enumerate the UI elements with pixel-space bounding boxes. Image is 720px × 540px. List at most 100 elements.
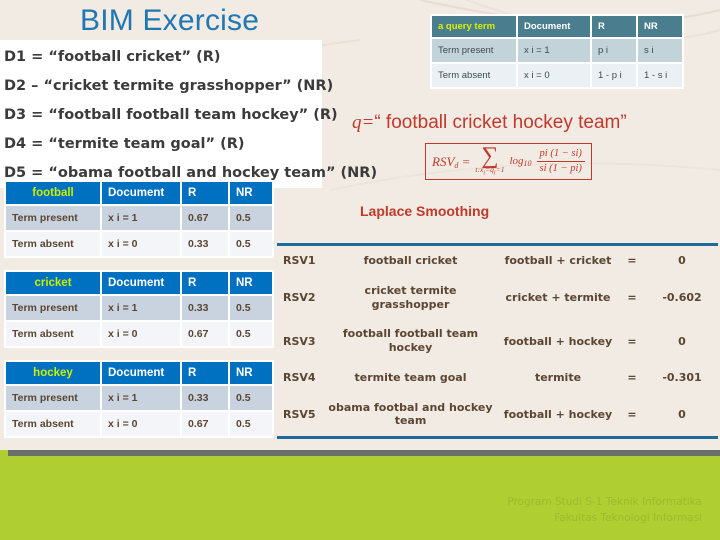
cell-r: 0.33 <box>182 296 228 320</box>
column-header-r: R <box>592 16 636 37</box>
document-line: D3 = “football football team hockey” (R) <box>4 107 338 123</box>
table-row: Term absent x i = 0 0.67 0.5 <box>6 412 272 436</box>
rsv-equals: = <box>627 371 637 385</box>
column-header-document: Document <box>102 182 180 204</box>
table-row: RSV3 football football team hockey footb… <box>277 319 718 363</box>
rsv-equals: = <box>627 407 637 421</box>
table-row: RSV4 termite team goal termite = -0.301 <box>277 363 718 393</box>
rsv-document: cricket termite grasshopper <box>364 283 457 311</box>
rsv-value: -0.301 <box>662 371 702 385</box>
cell-nr: 0.5 <box>230 206 272 230</box>
cell-label: Term present <box>6 206 100 230</box>
cell-label: Term absent <box>6 322 100 346</box>
document-line: D2 – “cricket termite grasshopper” (NR) <box>4 78 334 94</box>
cell-document: x i = 0 <box>518 64 590 87</box>
cell-nr: 0.5 <box>230 386 272 410</box>
table-row: Term absent x i = 0 1 - p i 1 - s i <box>432 64 682 87</box>
term-table-cricket: cricket Document R NR Term present x i =… <box>4 270 274 348</box>
formula-lhs: RSVd = <box>432 153 471 170</box>
rsv-results-table: RSV1 football cricket football + cricket… <box>277 246 718 436</box>
query-text: “ football cricket hockey team” <box>374 112 627 133</box>
green-left-strip <box>0 450 8 540</box>
cell-r: 0.67 <box>182 412 228 436</box>
cell-nr: 0.5 <box>230 296 272 320</box>
rsv-terms: football + cricket <box>504 254 612 268</box>
cell-document: x i = 0 <box>102 322 180 346</box>
cell-r: 1 - p i <box>592 64 636 87</box>
rsv-document: football cricket <box>363 254 458 267</box>
cell-label: Term absent <box>432 64 516 87</box>
column-header-term: cricket <box>6 272 100 294</box>
column-header-r: R <box>182 272 228 294</box>
rsv-value: 0 <box>678 407 686 421</box>
cell-label: Term present <box>432 39 516 62</box>
column-header-r: R <box>182 182 228 204</box>
slide-canvas: BIM Exercise D1 = “football cricket” (R)… <box>0 0 720 540</box>
query-term-probability-table: a query term Document R NR Term present … <box>430 14 684 89</box>
cell-nr: 0.5 <box>230 412 272 436</box>
summation-symbol: ∑ t:xi=qi=1 <box>475 143 505 177</box>
footer-line-program: Program Studi S-1 Teknik Informatika <box>507 496 702 508</box>
divider-bottom <box>277 436 718 439</box>
fraction-denominator: si (1 − pi) <box>539 163 582 175</box>
column-header-nr: NR <box>230 362 272 384</box>
rsv-results-panel: RSV1 football cricket football + cricket… <box>277 243 718 439</box>
footer-credits: Program Studi S-1 Teknik Informatika Fak… <box>507 494 702 527</box>
query-prefix: q= <box>352 112 375 133</box>
cell-document: x i = 1 <box>102 206 180 230</box>
column-header-document: Document <box>518 16 590 37</box>
documents-panel: D1 = “football cricket” (R) D2 – “cricke… <box>0 40 377 188</box>
table-row: RSV5 obama footbal and hockey team footb… <box>277 393 718 437</box>
rsv-value: -0.602 <box>662 291 702 304</box>
column-header-r: R <box>182 362 228 384</box>
cell-nr: 1 - s i <box>638 64 682 87</box>
rsv-key: RSV1 <box>283 254 316 268</box>
cell-document: x i = 1 <box>518 39 590 62</box>
cell-document: x i = 0 <box>102 232 180 256</box>
table-row: Term present x i = 1 0.67 0.5 <box>6 206 272 230</box>
column-header-nr: NR <box>230 182 272 204</box>
table-header-row: football Document R NR <box>6 182 272 204</box>
table-row: Term present x i = 1 0.33 0.5 <box>6 296 272 320</box>
cell-label: Term absent <box>6 412 100 436</box>
column-header-term: hockey <box>6 362 100 384</box>
term-table-hockey: hockey Document R NR Term present x i = … <box>4 360 274 438</box>
rsv-value: 0 <box>678 334 686 348</box>
column-header-term: football <box>6 182 100 204</box>
column-header-nr: NR <box>230 272 272 294</box>
cell-r: 0.67 <box>182 322 228 346</box>
rsv-formula: RSVd = ∑ t:xi=qi=1 log10 pi (1 − si) si … <box>425 143 592 181</box>
log-operator: log10 <box>509 155 532 169</box>
rsv-key: RSV3 <box>283 334 316 348</box>
cell-label: Term present <box>6 296 100 320</box>
rsv-terms: football + hockey <box>503 334 613 348</box>
table-header-row: a query term Document R NR <box>432 16 682 37</box>
column-header-query-term: a query term <box>432 16 516 37</box>
summation-subscript: t:xi=qi=1 <box>475 165 505 177</box>
rsv-document: obama footbal and hockey team <box>328 400 493 428</box>
page-title: BIM Exercise <box>80 4 260 37</box>
cell-r: 0.33 <box>182 386 228 410</box>
table-row: RSV2 cricket termite grasshopper cricket… <box>277 276 718 320</box>
rsv-equals: = <box>627 334 637 348</box>
sigma-glyph: ∑ <box>481 143 499 169</box>
rsv-document: football football team hockey <box>342 327 479 354</box>
column-header-document: Document <box>102 272 180 294</box>
cell-nr: s i <box>638 39 682 62</box>
cell-nr: 0.5 <box>230 322 272 346</box>
column-header-document: Document <box>102 362 180 384</box>
cell-label: Term absent <box>6 232 100 256</box>
query-string: q=“ football cricket hockey team” <box>352 112 627 134</box>
table-row: RSV1 football cricket football + cricket… <box>277 246 718 276</box>
term-table-football: football Document R NR Term present x i … <box>4 180 274 258</box>
rsv-document: termite team goal <box>354 370 467 384</box>
rsv-terms: football + hockey <box>503 407 613 421</box>
cell-nr: 0.5 <box>230 232 272 256</box>
cell-label: Term present <box>6 386 100 410</box>
fraction-numerator: pi (1 − si) <box>536 148 585 163</box>
cell-r: 0.67 <box>182 206 228 230</box>
footer-line-faculty: Fakultas Teknologi Informasi <box>554 512 702 525</box>
rsv-key: RSV2 <box>283 291 316 304</box>
rsv-terms: termite <box>534 371 582 385</box>
laplace-smoothing-label: Laplace Smoothing <box>360 203 490 219</box>
